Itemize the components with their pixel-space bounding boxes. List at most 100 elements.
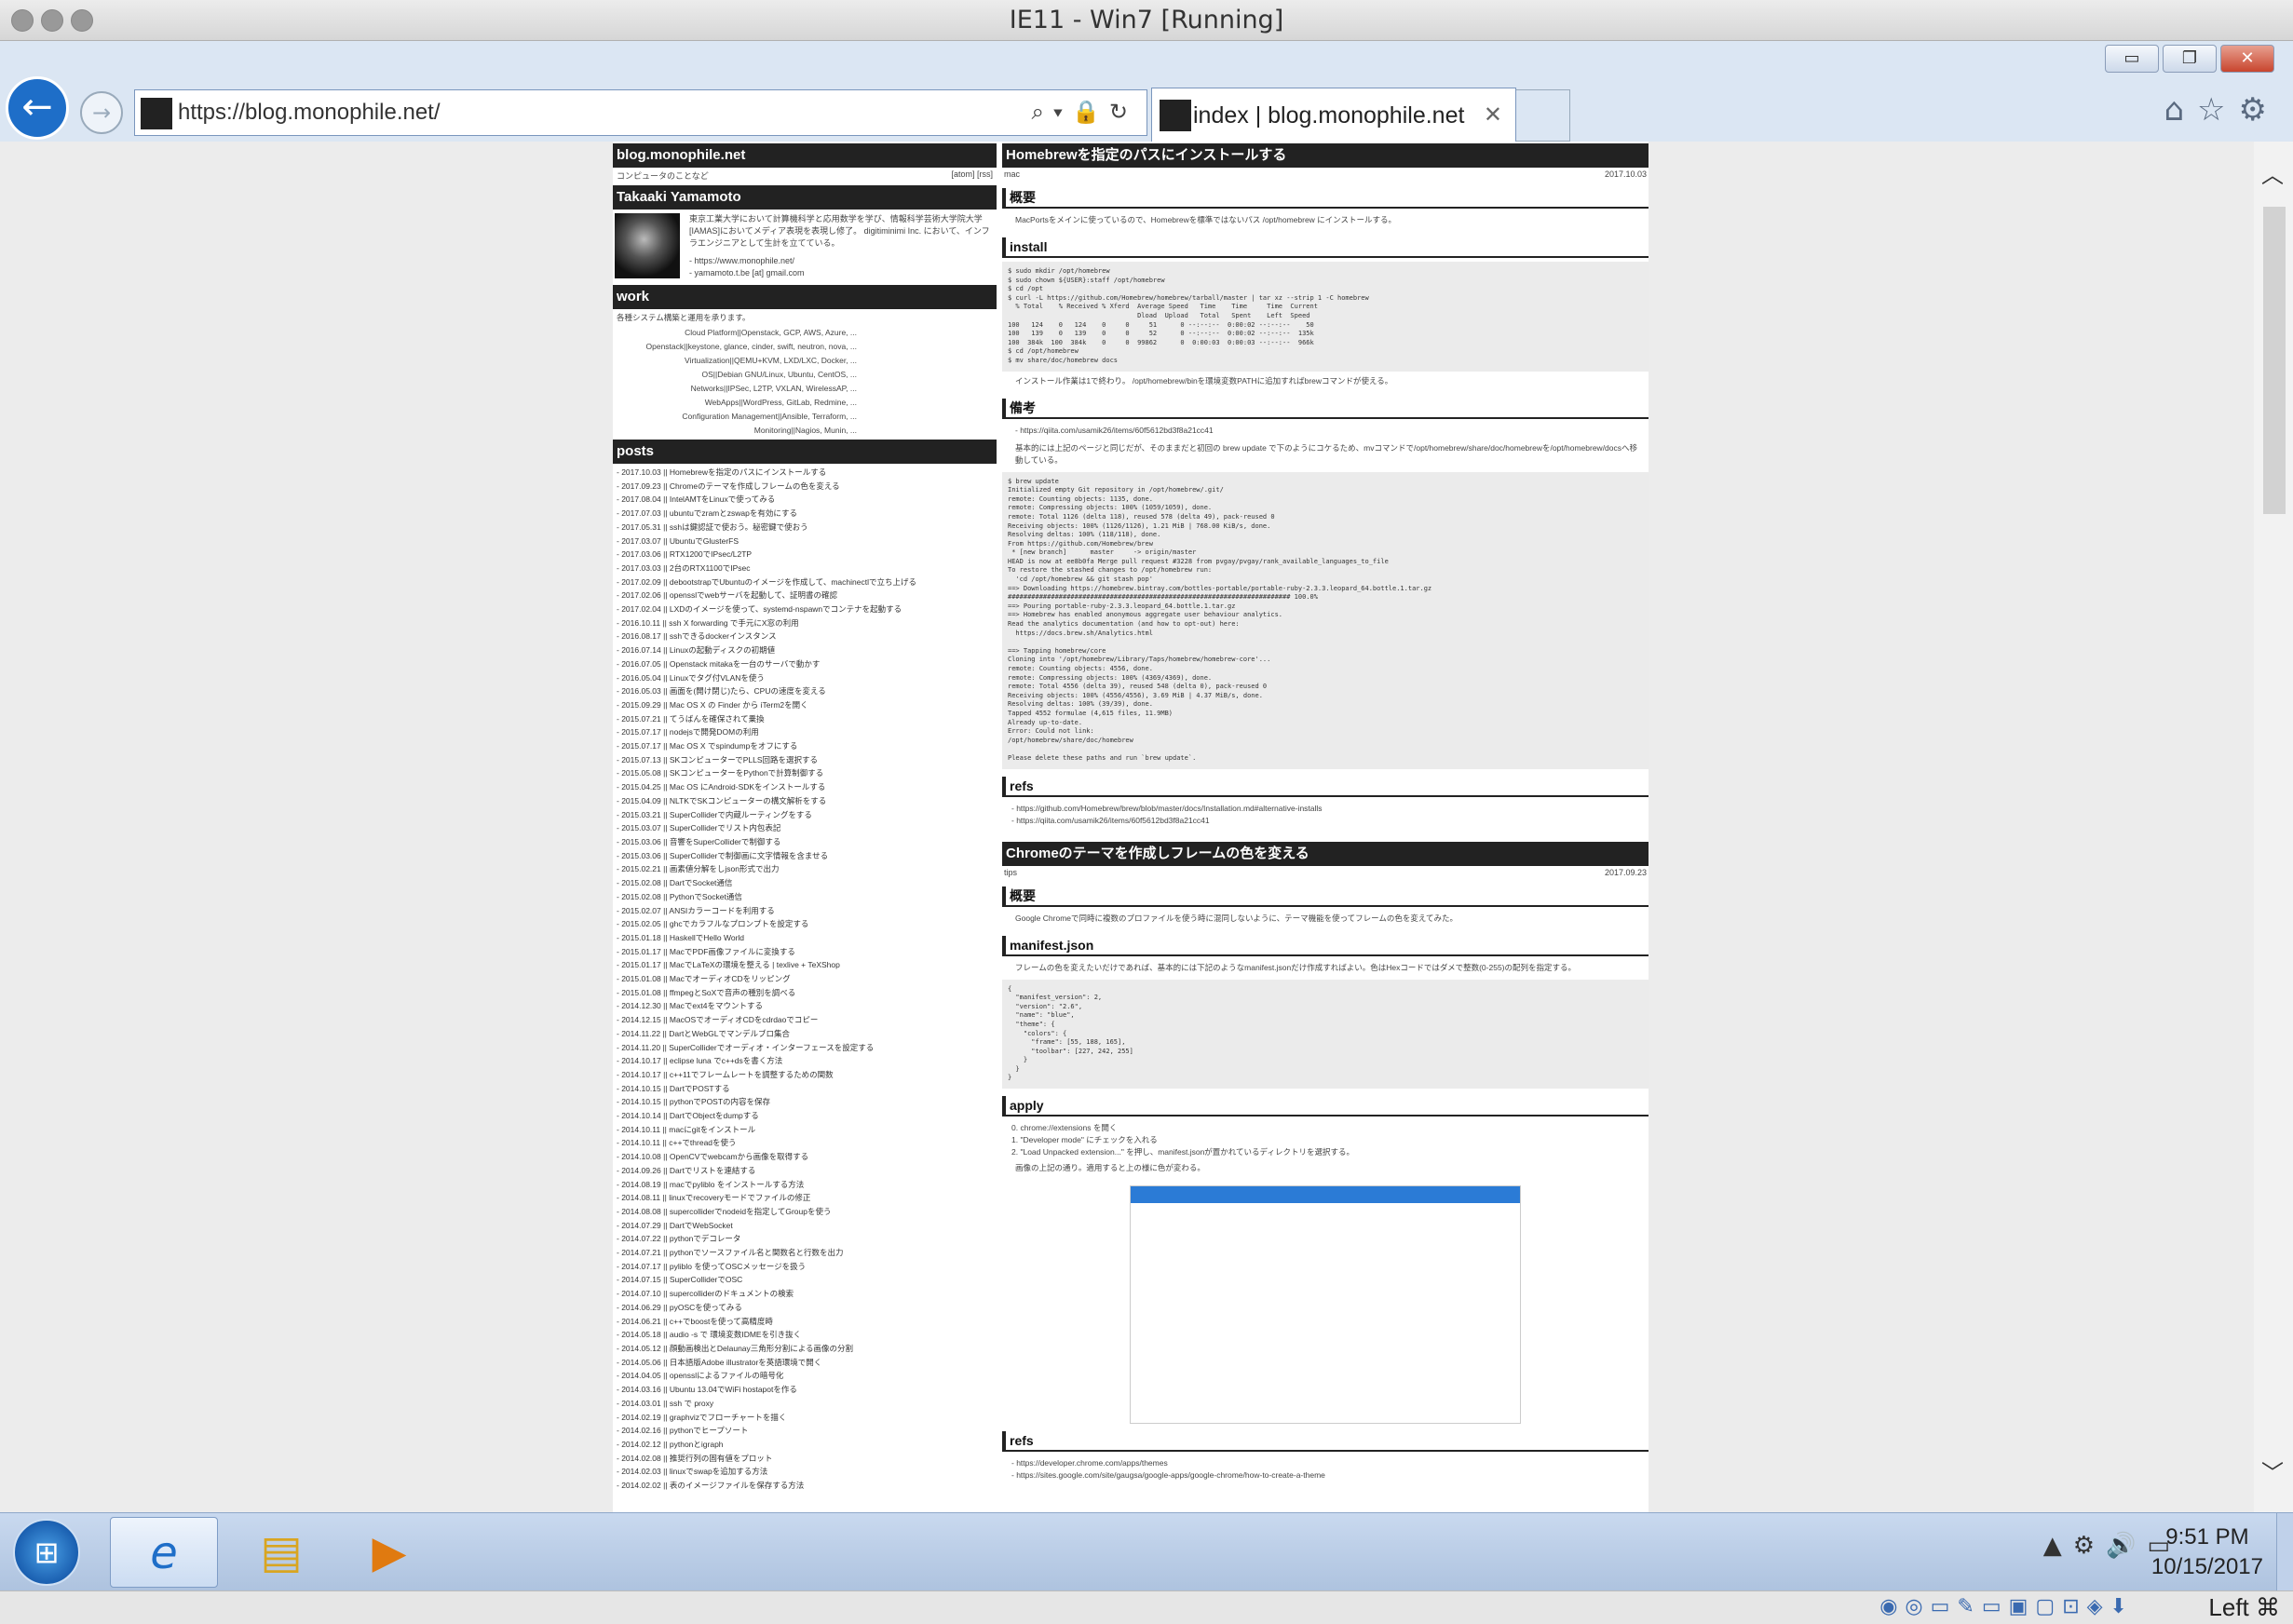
reference-link[interactable]: - https://github.com/Homebrew/brew/blob/… <box>1011 803 1639 815</box>
browser-tab[interactable]: index | blog.monophile.net ✕ <box>1151 88 1516 142</box>
post-link[interactable]: - 2015.07.13 || SKコンピューターでPLLS回路を選択する <box>617 753 993 767</box>
post-link[interactable]: - 2015.01.08 || MacでオーディオCDをリッピング <box>617 972 993 986</box>
author-link-web[interactable]: - https://www.monophile.net/ <box>689 255 995 267</box>
explorer-taskbar-icon[interactable]: ▤ <box>227 1517 335 1588</box>
post-link[interactable]: - 2017.09.23 || Chromeのテーマを作成しフレームの色を変える <box>617 480 993 494</box>
post-link[interactable]: - 2017.07.03 || ubuntuでzramとzswapを有効にする <box>617 507 993 521</box>
post-link[interactable]: - 2015.09.29 || Mac OS X の Finder から iTe… <box>617 698 993 712</box>
minimize-button[interactable]: ▭ <box>2105 45 2159 73</box>
scroll-up-icon[interactable]: ︿ <box>2261 156 2284 189</box>
post-link[interactable]: - 2014.03.01 || ssh で proxy <box>617 1397 993 1411</box>
post-link[interactable]: - 2014.08.19 || macでpyliblo をインストールする方法 <box>617 1178 993 1192</box>
post-link[interactable]: - 2015.02.08 || DartでSocket通信 <box>617 876 993 890</box>
scroll-down-icon[interactable]: ﹀ <box>2261 1455 2284 1487</box>
article-title[interactable]: Homebrewを指定のパスにインストールする <box>1002 143 1649 168</box>
reference-link[interactable]: - https://qiita.com/usamik26/items/60f56… <box>1002 423 1649 440</box>
post-link[interactable]: - 2017.02.09 || debootstrapでUbuntuのイメージを… <box>617 575 993 589</box>
post-link[interactable]: - 2015.03.06 || SuperColliderで制御画に文字情報を含… <box>617 849 993 863</box>
post-link[interactable]: - 2014.04.05 || opensslによるファイルの暗号化 <box>617 1369 993 1383</box>
post-link[interactable]: - 2014.10.11 || macにgitをインストール <box>617 1123 993 1137</box>
post-link[interactable]: - 2014.06.21 || c++でboostを使って高精度時 <box>617 1315 993 1329</box>
address-url[interactable]: https://blog.monophile.net/ <box>178 90 441 135</box>
post-link[interactable]: - 2014.10.17 || eclipse luna でc++dsを書く方法 <box>617 1054 993 1068</box>
post-link[interactable]: - 2015.03.21 || SuperColliderで内蔵ルーティングをす… <box>617 808 993 822</box>
post-link[interactable]: - 2015.04.09 || NLTKでSKコンピューターの構文解析をする <box>617 794 993 808</box>
post-link[interactable]: - 2014.07.22 || pythonでデコレータ <box>617 1232 993 1246</box>
post-link[interactable]: - 2016.08.17 || sshできるdockerインスタンス <box>617 629 993 643</box>
post-link[interactable]: - 2015.02.21 || 画素値分解をしjson形式で出力 <box>617 862 993 876</box>
post-link[interactable]: - 2015.04.25 || Mac OS にAndroid-SDKをインスト… <box>617 780 993 794</box>
restore-button[interactable]: ❐ <box>2163 45 2217 73</box>
post-link[interactable]: - 2014.07.15 || SuperColliderでOSC <box>617 1273 993 1287</box>
close-button[interactable]: ✕ <box>2220 45 2274 73</box>
post-link[interactable]: - 2015.07.21 || てうばんを確保されて乗換 <box>617 712 993 726</box>
post-link[interactable]: - 2015.02.05 || ghcでカラフルなプロンプトを設定する <box>617 917 993 931</box>
vertical-scrollbar[interactable]: ︿ ﹀ <box>2254 142 2293 1512</box>
close-traffic-light[interactable] <box>11 9 34 32</box>
post-link[interactable]: - 2014.07.10 || supercolliderのドキュメントの検索 <box>617 1287 993 1301</box>
post-link[interactable]: - 2014.07.29 || DartでWebSocket <box>617 1219 993 1233</box>
post-link[interactable]: - 2014.12.15 || MacOSでオーディオCDをcdrdaoでコピー <box>617 1013 993 1027</box>
new-tab-button[interactable] <box>1516 89 1570 142</box>
address-actions-icon[interactable]: ⌕▾🔒↻ <box>1031 90 1137 135</box>
post-link[interactable]: - 2017.02.06 || opensslでwebサーバを起動して、証明書の… <box>617 589 993 602</box>
post-link[interactable]: - 2015.01.17 || MacでLaTeXの環境を整える | texli… <box>617 958 993 972</box>
feed-links[interactable]: [atom] [rss] <box>951 169 993 182</box>
minimize-traffic-light[interactable] <box>41 9 63 32</box>
article-title[interactable]: Chromeのテーマを作成しフレームの色を変える <box>1002 841 1649 866</box>
post-link[interactable]: - 2017.03.06 || RTX1200でIPsec/L2TP <box>617 548 993 562</box>
toolbar-icons[interactable]: ⌂☆⚙ <box>2164 91 2280 129</box>
post-link[interactable]: - 2014.11.22 || DartとWebGLでマンデルブロ集合 <box>617 1027 993 1041</box>
back-button[interactable]: ← <box>6 76 69 140</box>
post-link[interactable]: - 2016.07.14 || Linuxの起動ディスクの初期値 <box>617 643 993 657</box>
post-link[interactable]: - 2015.07.17 || Mac OS X でspindumpをオフにする <box>617 739 993 753</box>
reference-link[interactable]: - https://sites.google.com/site/gaugsa/g… <box>1011 1469 1639 1482</box>
post-link[interactable]: - 2014.07.17 || pyliblo を使ってOSCメッセージを扱う <box>617 1260 993 1274</box>
post-link[interactable]: - 2015.01.18 || HaskellでHello World <box>617 931 993 945</box>
post-link[interactable]: - 2014.08.08 || supercolliderでnodeidを指定し… <box>617 1205 993 1219</box>
post-link[interactable]: - 2014.09.26 || Dartでリストを連結する <box>617 1164 993 1178</box>
scroll-thumb[interactable] <box>2263 207 2286 514</box>
post-link[interactable]: - 2015.03.07 || SuperColliderでリスト内包表記 <box>617 821 993 835</box>
post-link[interactable]: - 2014.02.16 || pythonでヒープソート <box>617 1424 993 1438</box>
post-link[interactable]: - 2015.02.07 || ANSIカラーコードを利用する <box>617 904 993 918</box>
post-link[interactable]: - 2014.12.30 || Macでext4をマウントする <box>617 999 993 1013</box>
post-link[interactable]: - 2014.02.08 || 推奨行列の固有値をプロット <box>617 1452 993 1466</box>
post-link[interactable]: - 2014.11.20 || SuperColliderでオーディオ・インター… <box>617 1041 993 1055</box>
post-link[interactable]: - 2014.03.16 || Ubuntu 13.04でWiFi hostap… <box>617 1383 993 1397</box>
address-bar[interactable]: https://blog.monophile.net/ ⌕▾🔒↻ <box>134 89 1147 136</box>
article-tag[interactable]: tips <box>1004 868 1017 877</box>
post-link[interactable]: - 2015.01.08 || ffmpegとSoXで音声の種別を調べる <box>617 986 993 1000</box>
post-link[interactable]: - 2016.07.05 || Openstack mitakaを一台のサーバで… <box>617 657 993 671</box>
post-link[interactable]: - 2014.06.29 || pyOSCを使ってみる <box>617 1301 993 1315</box>
clock[interactable]: 9:51 PM 10/15/2017 <box>2151 1522 2263 1582</box>
tab-close-icon[interactable]: ✕ <box>1484 88 1502 142</box>
post-link[interactable]: - 2014.08.11 || linuxでrecoveryモードでファイルの修… <box>617 1191 993 1205</box>
post-link[interactable]: - 2014.05.18 || audio -s で 環境変数IDMEを引き抜く <box>617 1328 993 1342</box>
post-link[interactable]: - 2017.02.04 || LXDのイメージを使って、systemd-nsp… <box>617 602 993 616</box>
post-link[interactable]: - 2016.05.04 || Linuxでタグ付VLANを使う <box>617 671 993 685</box>
vm-device-icons[interactable]: ◉◎▭✎▭▣▢⊡◈⬇ <box>1879 1595 2135 1618</box>
show-desktop-button[interactable] <box>2276 1513 2293 1591</box>
post-link[interactable]: - 2016.10.11 || ssh X forwarding で手元にX窓の… <box>617 616 993 630</box>
post-link[interactable]: - 2014.10.15 || pythonでPOSTの内容を保存 <box>617 1095 993 1109</box>
post-link[interactable]: - 2014.05.12 || 顔動画検出とDelaunay三角形分割による画像… <box>617 1342 993 1356</box>
author-link-email[interactable]: - yamamoto.t.be [at] gmail.com <box>689 267 995 279</box>
post-link[interactable]: - 2017.08.04 || IntelAMTをLinuxで使ってみる <box>617 493 993 507</box>
forward-button[interactable]: → <box>80 91 123 134</box>
post-link[interactable]: - 2014.05.06 || 日本語版Adobe illustratorを英語… <box>617 1356 993 1370</box>
start-button[interactable]: ⊞ <box>13 1519 80 1586</box>
media-player-taskbar-icon[interactable]: ▶ <box>335 1517 443 1588</box>
post-link[interactable]: - 2016.05.03 || 画面を(開け閉じ)たら、CPUの速度を変える <box>617 684 993 698</box>
post-link[interactable]: - 2014.02.19 || graphvizでフローチャートを描く <box>617 1411 993 1425</box>
post-link[interactable]: - 2015.01.17 || MacでPDF画像ファイルに変換する <box>617 945 993 959</box>
post-link[interactable]: - 2014.10.11 || c++でthreadを使う <box>617 1136 993 1150</box>
post-link[interactable]: - 2017.03.03 || 2台のRTX1100でIPsec <box>617 562 993 575</box>
post-link[interactable]: - 2014.02.12 || pythonとigraph <box>617 1438 993 1452</box>
post-link[interactable]: - 2014.10.15 || DartでPOSTする <box>617 1082 993 1096</box>
zoom-traffic-light[interactable] <box>71 9 93 32</box>
reference-link[interactable]: - https://qiita.com/usamik26/items/60f56… <box>1011 815 1639 827</box>
post-link[interactable]: - 2017.10.03 || Homebrewを指定のパスにインストールする <box>617 466 993 480</box>
article-tag[interactable]: mac <box>1004 169 1020 179</box>
post-link[interactable]: - 2015.07.17 || nodejsで開発DOMの利用 <box>617 725 993 739</box>
